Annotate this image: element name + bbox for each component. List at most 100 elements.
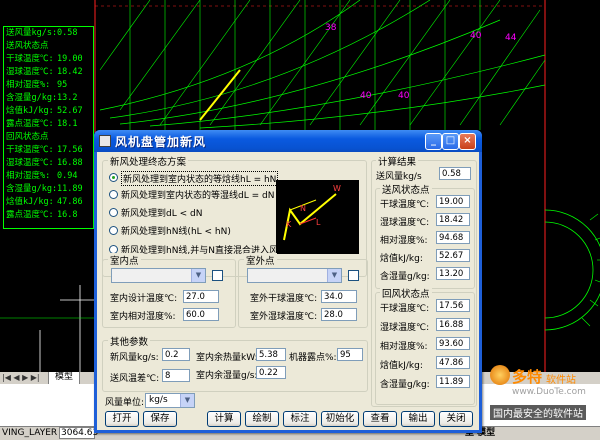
moisture-load-input[interactable]: 0.22	[256, 366, 286, 379]
close-button[interactable]: ×	[459, 133, 476, 150]
return-row-label: 焓值kJ/kg:	[380, 361, 423, 371]
outdoor-checkbox[interactable]	[348, 270, 359, 281]
outdoor-dry-input[interactable]: 34.0	[321, 290, 357, 303]
supply-row-value[interactable]: 52.67	[436, 249, 470, 262]
cad-panel-line: 送风状态点	[6, 41, 49, 51]
dialog-body: 新风处理终态方案 新风处理到室内状态的等焓线hL = hN 新风处理到室内状态的…	[97, 152, 479, 430]
fresh-air-label: 新风量kg/s:	[110, 353, 159, 363]
supply-row-value[interactable]: 18.42	[436, 213, 470, 226]
outdoor-wet-input[interactable]: 28.0	[321, 308, 357, 321]
cad-panel-line: 含湿量g/kg: 11.89	[6, 184, 83, 194]
supply-row-value[interactable]: 13.20	[436, 267, 470, 280]
scheme-group-label: 新风处理终态方案	[108, 154, 189, 168]
view-button[interactable]: 查看	[363, 411, 397, 427]
svg-text:40: 40	[360, 91, 372, 101]
return-row-label: 湿球温度℃:	[380, 323, 430, 333]
return-row-value[interactable]: 17.56	[436, 299, 470, 312]
fresh-air-input[interactable]: 0.2	[162, 348, 190, 361]
supply-diff-label: 送风温差℃:	[110, 374, 160, 384]
fancoil-dialog: 风机盘管加新风 _ □ × 新风处理终态方案 新风处理到室内状态的等焓线hL =…	[94, 130, 482, 433]
dew-point-label: 机器露点%:	[289, 353, 337, 363]
return-row-value[interactable]: 16.88	[436, 318, 470, 331]
dialog-title: 风机盘管加新风	[115, 135, 207, 149]
cad-panel-line: 相对湿度%: 0.94	[6, 171, 78, 181]
watermark-suffix: 软件站	[546, 375, 576, 386]
dew-point-input[interactable]: 95	[337, 348, 363, 361]
draw-button[interactable]: 绘制	[245, 411, 279, 427]
heat-load-input[interactable]: 5.38	[256, 348, 286, 361]
option-label-1[interactable]: 新风处理到室内状态的等湿线dL = dN	[121, 188, 274, 201]
indoor-rh-input[interactable]: 60.0	[183, 308, 219, 321]
option-radio-0[interactable]	[109, 173, 118, 182]
supply-flow-label: 送风量kg/s	[376, 172, 422, 182]
option-radio-2[interactable]	[109, 208, 118, 217]
option-radio-3[interactable]	[109, 226, 118, 235]
export-button[interactable]: 输出	[401, 411, 435, 427]
svg-text:40: 40	[470, 31, 482, 41]
watermark: 多特 软件站 www.DuoTe.com 国内最安全的软件站	[490, 365, 600, 425]
preview-label-n: N	[300, 204, 306, 213]
indoor-checkbox[interactable]	[212, 270, 223, 281]
app-icon	[99, 135, 111, 147]
moisture-load-label: 室内余湿量g/s:	[196, 371, 258, 381]
unit-label: 风量单位:	[105, 398, 145, 408]
option-label-0[interactable]: 新风处理到室内状态的等焓线hL = hN	[121, 171, 279, 186]
supply-row-label: 焓值kJ/kg:	[380, 254, 423, 264]
watermark-brand: 多特	[512, 368, 543, 386]
open-button[interactable]: 打开	[105, 411, 139, 427]
option-radio-1[interactable]	[109, 190, 118, 199]
indoor-group-label: 室内点	[108, 253, 141, 267]
cad-panel-line: 干球温度℃: 19.00	[6, 54, 83, 64]
calculate-button[interactable]: 计算	[207, 411, 241, 427]
return-row-value[interactable]: 93.60	[436, 337, 470, 350]
outdoor-select[interactable]: ▼	[247, 268, 342, 283]
svg-text:40: 40	[398, 91, 410, 101]
annotate-button[interactable]: 标注	[283, 411, 317, 427]
process-preview: W N L K	[276, 180, 359, 254]
cad-panel-line: 相对湿度%: 95	[6, 80, 68, 90]
return-row-value[interactable]: 47.86	[436, 356, 470, 369]
supply-row-label: 湿球温度℃:	[380, 218, 430, 228]
results-group-label: 计算结果	[376, 154, 419, 168]
supply-row-value[interactable]: 94.68	[436, 231, 470, 244]
indoor-temp-input[interactable]: 27.0	[183, 290, 219, 303]
cad-panel-line: 湿球温度℃: 18.42	[6, 67, 83, 77]
cad-panel-line: 送风量kg/s: 0.58	[6, 28, 78, 38]
chevron-down-icon: ▼	[180, 394, 194, 407]
cad-result-panel: 送风量kg/s: 0.58 送风状态点 干球温度℃: 19.00 湿球温度℃: 18.…	[3, 26, 94, 229]
supply-row-value[interactable]: 19.00	[436, 195, 470, 208]
chevron-down-icon: ▼	[191, 269, 205, 282]
outdoor-group-label: 室外点	[244, 253, 277, 267]
supply-diff-input[interactable]: 8	[162, 369, 190, 382]
status-coordinate: 3064.63	[59, 427, 99, 439]
indoor-select[interactable]: ▼	[111, 268, 206, 283]
maximize-button[interactable]: □	[442, 133, 459, 150]
minimize-button[interactable]: _	[425, 133, 442, 150]
cad-panel-line: 焓值kJ/kg: 47.86	[6, 197, 83, 207]
watermark-url: www.DuoTe.com	[512, 387, 586, 397]
tab-nav-arrows[interactable]: |◀ ◀ ▶ ▶|	[2, 373, 42, 383]
watermark-slogan: 国内最安全的软件站	[490, 405, 586, 420]
outdoor-dry-label: 室外干球温度℃:	[250, 294, 318, 304]
supply-flow-value[interactable]: 0.58	[439, 167, 471, 180]
cad-panel-line: 回风状态点	[6, 132, 49, 142]
cad-panel-line: 湿球温度℃: 16.88	[6, 158, 83, 168]
return-state-label: 回风状态点	[380, 286, 432, 300]
cad-panel-line: 露点温度℃: 16.8	[6, 210, 78, 220]
dialog-titlebar[interactable]: 风机盘管加新风 _ □ ×	[94, 130, 482, 152]
close-dialog-button[interactable]: 关闭	[439, 411, 473, 427]
save-button[interactable]: 保存	[143, 411, 177, 427]
initialize-button[interactable]: 初始化	[321, 411, 359, 427]
svg-text:44: 44	[505, 33, 517, 43]
option-label-2[interactable]: 新风处理到dL < dN	[121, 206, 202, 219]
preview-label-k: K	[286, 220, 292, 229]
option-label-3[interactable]: 新风处理到hN线(hL < hN)	[121, 224, 231, 237]
cad-panel-line: 干球温度℃: 17.56	[6, 145, 83, 155]
process-preview-diagram	[283, 193, 337, 241]
supply-row-label: 干球温度℃:	[380, 200, 430, 210]
cad-panel-line: 露点温度℃: 18.1	[6, 119, 78, 129]
return-row-label: 干球温度℃:	[380, 304, 430, 314]
return-row-value[interactable]: 11.89	[436, 375, 470, 388]
status-layer: VING_LAYER	[2, 428, 58, 438]
unit-select[interactable]: kg/s ▼	[145, 393, 195, 408]
